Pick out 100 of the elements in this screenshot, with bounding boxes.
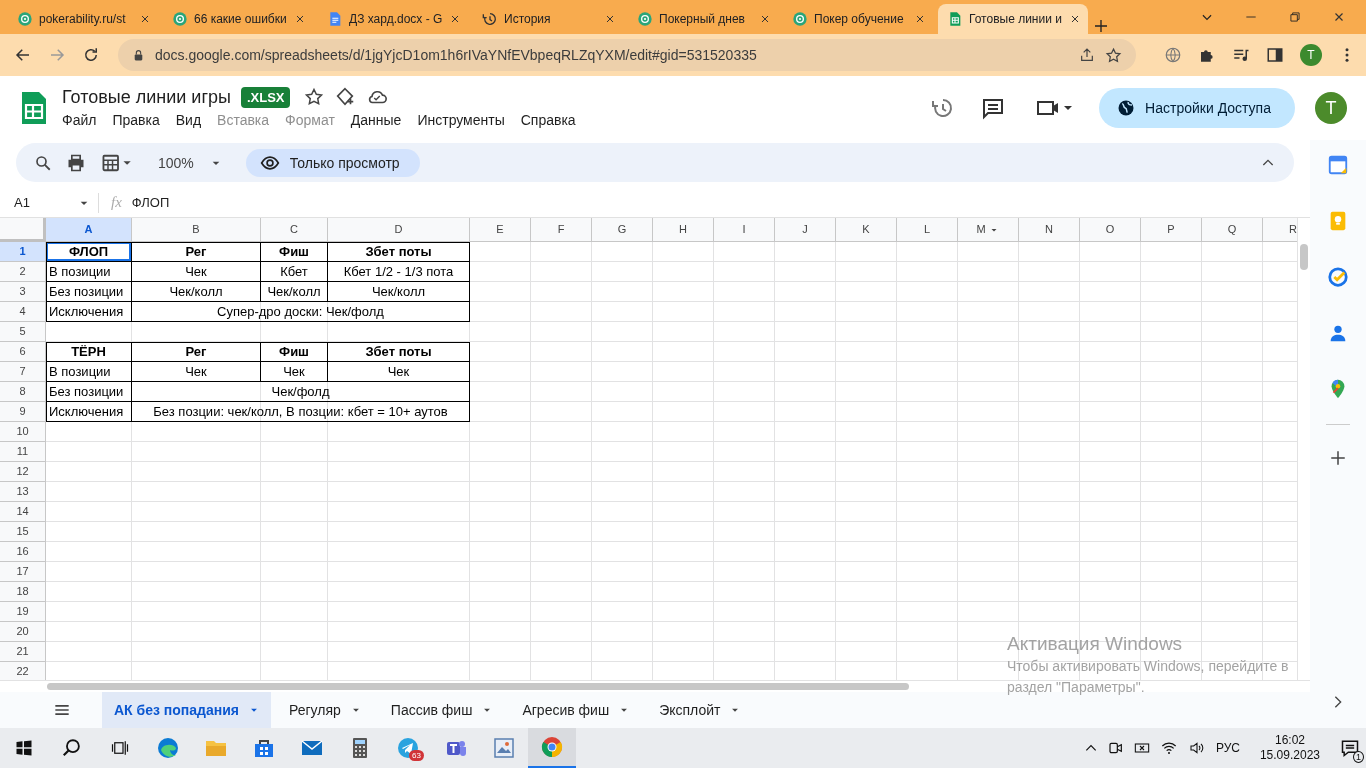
sheet-tab[interactable]: Эксплойт: [647, 692, 753, 728]
scrollbar-thumb[interactable]: [1300, 244, 1308, 270]
column-header[interactable]: C: [261, 218, 328, 242]
column-header[interactable]: R: [1263, 218, 1297, 242]
table-cell[interactable]: Чек: [328, 362, 470, 382]
table-cell[interactable]: Чек/колл: [261, 282, 328, 302]
column-header[interactable]: N: [1019, 218, 1080, 242]
task-check-icon[interactable]: [1327, 266, 1349, 288]
chrome-icon[interactable]: [540, 735, 564, 759]
close-icon[interactable]: [294, 13, 306, 25]
menu-item[interactable]: Файл: [62, 110, 105, 130]
document-title[interactable]: Готовые линии игры: [62, 86, 231, 108]
wifi-icon[interactable]: [1159, 740, 1178, 756]
row-header[interactable]: 2: [0, 262, 46, 282]
row-header[interactable]: 10: [0, 422, 46, 442]
table-cell[interactable]: Чек/колл: [328, 282, 470, 302]
star-icon[interactable]: [1105, 46, 1122, 64]
browser-tab[interactable]: Покерный днев: [628, 4, 778, 34]
row-header[interactable]: 1: [0, 242, 46, 262]
address-field[interactable]: docs.google.com/spreadsheets/d/1jgYjcD1om1h6rIVaYNfEVbpeqRLZqYXM/edit#gid=531520335: [118, 39, 1136, 71]
table-cell[interactable]: ТЁРН: [46, 342, 132, 362]
sheet-tab[interactable]: АК без попадания: [102, 692, 271, 728]
row-header[interactable]: 22: [0, 662, 46, 680]
row-header[interactable]: 15: [0, 522, 46, 542]
browser-tab[interactable]: Покер обучение: [783, 4, 933, 34]
table-cell[interactable]: В позиции: [46, 262, 132, 282]
table-cell[interactable]: Исключения: [46, 302, 132, 322]
table-cell[interactable]: Чек: [132, 362, 261, 382]
notifications-icon[interactable]: [1340, 738, 1360, 758]
column-header[interactable]: P: [1141, 218, 1202, 242]
scrollbar-thumb[interactable]: [47, 683, 909, 690]
column-header[interactable]: F: [531, 218, 592, 242]
column-header[interactable]: Q: [1202, 218, 1263, 242]
close-icon[interactable]: [449, 13, 461, 25]
table-cell[interactable]: Збет поты: [328, 342, 470, 362]
menu-item[interactable]: Правка: [112, 110, 168, 130]
column-header[interactable]: J: [775, 218, 836, 242]
row-header[interactable]: 16: [0, 542, 46, 562]
column-header[interactable]: K: [836, 218, 897, 242]
column-header[interactable]: B: [132, 218, 261, 242]
column-header[interactable]: O: [1080, 218, 1141, 242]
row-header[interactable]: 17: [0, 562, 46, 582]
star-icon[interactable]: [304, 87, 325, 107]
zoom-level[interactable]: 100%: [158, 154, 194, 171]
row-header[interactable]: 9: [0, 402, 46, 422]
table-cell[interactable]: Фиш: [261, 342, 328, 362]
table-cell[interactable]: Збет поты: [328, 242, 470, 262]
column-header[interactable]: I: [714, 218, 775, 242]
table-cell[interactable]: Чек: [261, 362, 328, 382]
table-cell[interactable]: Исключения: [46, 402, 132, 422]
row-header[interactable]: 8: [0, 382, 46, 402]
meet-icon[interactable]: [1107, 740, 1124, 756]
table-cell[interactable]: Рег: [132, 342, 261, 362]
task-view-icon[interactable]: [111, 739, 129, 757]
column-header[interactable]: D: [328, 218, 470, 242]
row-header[interactable]: 19: [0, 602, 46, 622]
share-icon[interactable]: [1079, 47, 1095, 63]
globe-icon[interactable]: [1164, 46, 1182, 64]
clock-date[interactable]: 15.09.2023: [1259, 748, 1320, 763]
volume-icon[interactable]: [1187, 740, 1206, 756]
table-cell[interactable]: Супер-дро доски: Чек/фолд: [132, 302, 470, 322]
browser-tab[interactable]: Готовые линии и: [938, 4, 1088, 34]
browser-tab[interactable]: pokerability.ru/st: [8, 4, 158, 34]
cell-reference[interactable]: A1: [0, 195, 76, 210]
view-mode-button[interactable]: Только просмотр: [245, 148, 420, 177]
close-icon[interactable]: [914, 13, 926, 25]
table-cell[interactable]: Без позиции: [46, 282, 132, 302]
formula-value[interactable]: ФЛОП: [131, 195, 170, 210]
paper-plane-icon[interactable]: [396, 736, 420, 760]
user-avatar[interactable]: T: [1315, 92, 1347, 124]
row-header[interactable]: 18: [0, 582, 46, 602]
keyboard-icon[interactable]: [1133, 740, 1150, 756]
new-tab-icon[interactable]: [1093, 18, 1109, 34]
row-header[interactable]: 21: [0, 642, 46, 662]
row-header[interactable]: 4: [0, 302, 46, 322]
row-header[interactable]: 20: [0, 622, 46, 642]
close-icon[interactable]: [1069, 13, 1081, 25]
close-icon[interactable]: [759, 13, 771, 25]
comment-icon[interactable]: [981, 96, 1006, 120]
table-cell[interactable]: Без позиции: [46, 382, 132, 402]
close-icon[interactable]: [139, 13, 151, 25]
reload-icon[interactable]: [82, 46, 100, 64]
table-cell[interactable]: Чек: [132, 262, 261, 282]
close-icon[interactable]: [604, 13, 616, 25]
image-viewer-icon[interactable]: [492, 736, 516, 760]
clock-time[interactable]: 16:02: [1274, 733, 1305, 748]
row-header[interactable]: 12: [0, 462, 46, 482]
back-icon[interactable]: [14, 46, 32, 64]
sheet-tab[interactable]: Регуляр: [277, 692, 373, 728]
sheet-tab[interactable]: Пассив фиш: [378, 692, 505, 728]
table-cell[interactable]: Фиш: [261, 242, 328, 262]
sheet-tab[interactable]: Агресив фиш: [510, 692, 642, 728]
calendar-icon[interactable]: [1327, 154, 1349, 176]
start-icon[interactable]: [15, 739, 33, 757]
column-header[interactable]: E: [470, 218, 531, 242]
add-icon[interactable]: [1329, 449, 1347, 467]
browser-icon[interactable]: [156, 736, 180, 760]
table-cell[interactable]: Чек/фолд: [132, 382, 470, 402]
restore-icon[interactable]: [1288, 10, 1302, 24]
column-header[interactable]: L: [897, 218, 958, 242]
